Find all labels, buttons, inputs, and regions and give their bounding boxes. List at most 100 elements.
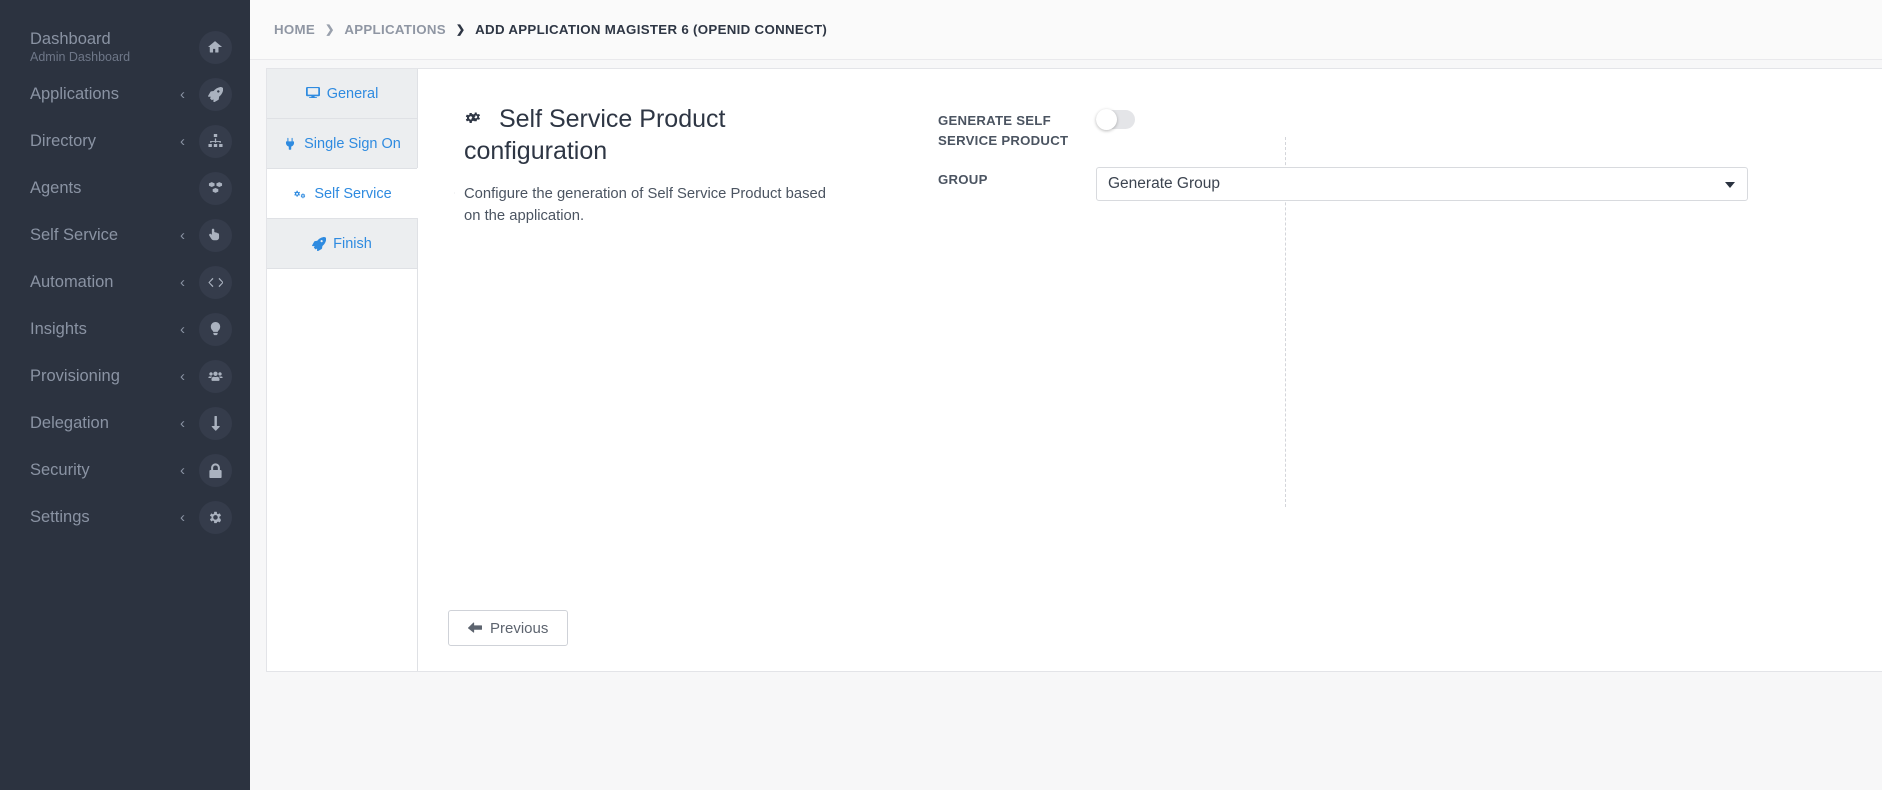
chevron-left-icon[interactable]: ‹	[180, 322, 185, 337]
field-generate-self-service-product: Generate Self Service Product	[938, 108, 1748, 151]
sidebar-item-sublabel: Admin Dashboard	[30, 50, 131, 64]
sidebar-item-label: Automation	[30, 273, 114, 291]
hand-pointer-icon	[199, 219, 232, 252]
group-label: Group	[938, 172, 988, 187]
wizard-tab-label: Single Sign On	[304, 135, 401, 152]
level-down-icon	[211, 416, 220, 431]
sitemap-icon	[208, 134, 223, 147]
breadcrumb-separator: ❯	[455, 24, 466, 36]
sidebar-item-insights[interactable]: Insights ‹	[0, 306, 250, 353]
users-icon	[199, 360, 232, 393]
sidebar-item-text: Agents	[30, 179, 180, 198]
chevron-left-icon[interactable]: ‹	[180, 275, 185, 290]
card-footer: Previous Save Next	[418, 585, 1882, 671]
sidebar-item-provisioning[interactable]: Provisioning ‹	[0, 353, 250, 400]
cogs-icon	[294, 190, 306, 198]
sidebar-item-text: Directory	[30, 132, 180, 151]
users-icon	[208, 371, 223, 381]
home-icon	[199, 31, 232, 64]
cubes-icon	[199, 172, 232, 205]
previous-button-label: Previous	[490, 619, 549, 637]
toggle-knob	[1096, 109, 1117, 130]
arrow-left-icon	[468, 622, 482, 633]
code-icon	[208, 277, 223, 288]
lock-icon	[209, 463, 222, 478]
card-wrap: General Single Sign On Self Service Finish …	[250, 60, 1882, 672]
cog-icon	[210, 511, 221, 524]
wizard-card: General Single Sign On Self Service Finish …	[266, 68, 1882, 672]
lightbulb-icon	[210, 322, 221, 336]
chevron-left-icon[interactable]: ‹	[180, 228, 185, 243]
breadcrumb-item-current: ADD APPLICATION MAGISTER 6 (OPENID CONNE…	[475, 22, 828, 37]
sidebar-item-text: Dashboard Admin Dashboard	[30, 30, 180, 65]
breadcrumb: HOME ❯ APPLICATIONS ❯ ADD APPLICATION MA…	[274, 22, 1882, 37]
app-root: DashboardAdmin Dashboard‹Applications‹Di…	[0, 0, 1882, 790]
lock-icon	[199, 454, 232, 487]
monitor-icon	[305, 86, 320, 98]
sidebar-item-settings[interactable]: Settings ‹	[0, 494, 250, 541]
panel-left: Self Service Product configuration Confi…	[464, 103, 868, 227]
sidebar-item-text: Insights	[30, 320, 180, 339]
chevron-left-icon[interactable]: ‹	[180, 416, 185, 431]
card-body: Self Service Product configuration Confi…	[418, 69, 1882, 671]
chevron-down-icon	[1725, 182, 1735, 188]
sidebar-item-text: Provisioning	[30, 367, 180, 386]
sidebar-item-directory[interactable]: Directory ‹	[0, 118, 250, 165]
sidebar-item-label: Directory	[30, 132, 97, 150]
sidebar-item-label: Dashboard	[30, 30, 111, 48]
wizard-tab-finish[interactable]: Finish	[267, 219, 418, 269]
page-description: Configure the generation of Self Service…	[464, 186, 826, 224]
sidebar-item-label: Provisioning	[30, 367, 120, 385]
wizard-tab-label: Finish	[333, 235, 372, 252]
sidebar-item-text: Settings	[30, 508, 180, 527]
sidebar-item-applications[interactable]: Applications ‹	[0, 71, 250, 118]
page-title-text: Self Service Product configuration	[464, 105, 726, 165]
sidebar-item-delegation[interactable]: Delegation ‹	[0, 400, 250, 447]
panel-right: Generate Self Service Product Group Gene…	[868, 103, 1748, 217]
field-group: Group Generate Group	[938, 167, 1748, 201]
breadcrumb-separator: ❯	[325, 24, 335, 36]
main-region: HOME ❯ APPLICATIONS ❯ ADD APPLICATION MA…	[250, 0, 1882, 790]
generate-self-service-product-toggle[interactable]	[1096, 109, 1135, 130]
lightbulb-icon	[199, 313, 232, 346]
group-select-value: Generate Group	[1108, 175, 1221, 192]
sidebar-item-label: Insights	[30, 320, 87, 338]
wizard-tab-self-service[interactable]: Self Service	[267, 168, 418, 219]
wizard-tab-general[interactable]: General	[267, 69, 418, 119]
sidebar-item-text: Self Service	[30, 226, 180, 245]
sidebar-item-text: Security	[30, 461, 180, 480]
sidebar-item-security[interactable]: Security ‹	[0, 447, 250, 494]
rocket-icon	[208, 87, 223, 102]
sidebar-item-automation[interactable]: Automation ‹	[0, 259, 250, 306]
group-select[interactable]: Generate Group	[1096, 167, 1748, 201]
breadcrumb-item-home[interactable]: HOME	[274, 22, 315, 37]
chevron-left-icon[interactable]: ‹	[180, 87, 185, 102]
chevron-left-icon[interactable]: ‹	[180, 134, 185, 149]
sidebar-item-text: Delegation	[30, 414, 180, 433]
rocket-icon	[199, 78, 232, 111]
wizard-filler	[267, 269, 418, 671]
previous-button[interactable]: Previous	[448, 610, 569, 646]
sidebar-item-self-service[interactable]: Self Service ‹	[0, 212, 250, 259]
sidebar-item-text: Applications	[30, 85, 180, 104]
cogs-icon	[465, 112, 480, 123]
wizard-tab-single-sign-on[interactable]: Single Sign On	[267, 119, 418, 169]
sitemap-icon	[199, 125, 232, 158]
breadcrumb-item-applications[interactable]: APPLICATIONS	[344, 22, 446, 37]
topbar: HOME ❯ APPLICATIONS ❯ ADD APPLICATION MA…	[250, 0, 1882, 60]
chevron-left-icon[interactable]: ‹	[180, 463, 185, 478]
wizard-tabs: General Single Sign On Self Service Finish	[267, 69, 418, 671]
chevron-left-icon[interactable]: ‹	[180, 369, 185, 384]
sidebar-item-agents[interactable]: Agents‹	[0, 165, 250, 212]
sidebar-item-label: Applications	[30, 85, 119, 103]
wizard-tab-label: General	[326, 85, 379, 102]
level-down-icon	[199, 407, 232, 440]
cog-icon	[199, 501, 232, 534]
plug-icon	[286, 137, 295, 150]
generate-self-service-product-label: Generate Self Service Product	[938, 113, 1069, 148]
sidebar-item-label: Delegation	[30, 414, 109, 432]
rocket-icon	[312, 236, 327, 251]
sidebar-item-dashboard[interactable]: DashboardAdmin Dashboard‹	[0, 24, 250, 71]
sidebar-item-label: Settings	[30, 508, 90, 526]
chevron-left-icon[interactable]: ‹	[180, 510, 185, 525]
